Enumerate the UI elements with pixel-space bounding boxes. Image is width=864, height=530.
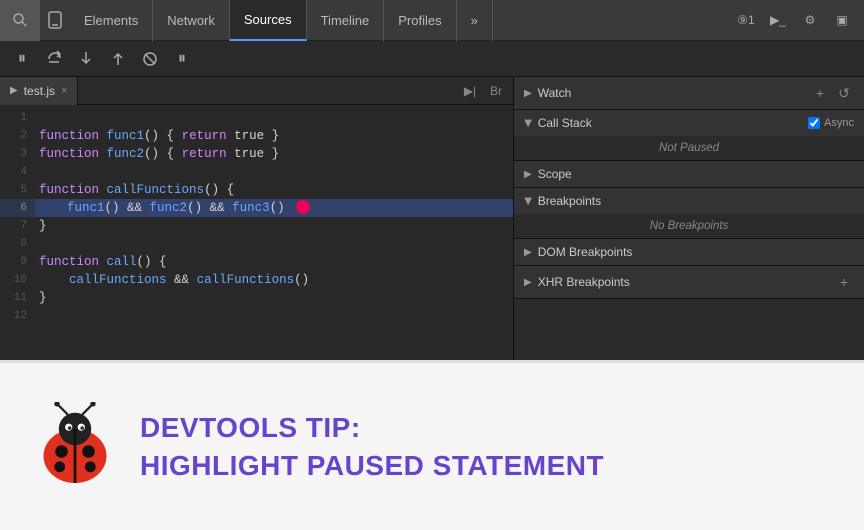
tab-network[interactable]: Network (153, 0, 230, 41)
main-content: ▶ test.js × ▶| Br 1 2 function func1() {… (0, 77, 864, 360)
scope-section: ▶ Scope (514, 161, 864, 188)
code-area: 1 2 function func1() { return true } 3 f… (0, 105, 513, 360)
watch-arrow: ▶ (524, 88, 532, 99)
code-line-9: 9 function call() { (0, 253, 513, 271)
device-icon[interactable] (40, 0, 70, 41)
tip-title-line2: Highlight Paused Statement (140, 449, 604, 483)
async-checkbox-input[interactable] (808, 117, 820, 129)
file-tab-close-button[interactable]: × (61, 85, 67, 97)
watch-section-header[interactable]: ▶ Watch + ↺ (514, 77, 864, 109)
xhr-breakpoints-header[interactable]: ▶ XHR Breakpoints + (514, 266, 864, 298)
watch-title: Watch (538, 86, 810, 100)
code-line-4: 4 (0, 163, 513, 181)
callstack-content: Not Paused (514, 136, 864, 160)
watch-refresh-button[interactable]: ↺ (834, 83, 854, 103)
callstack-title: Call Stack (538, 116, 808, 130)
code-line-3: 3 function func2() { return true } (0, 145, 513, 163)
play-icon: ▶ (10, 85, 18, 96)
file-action-run[interactable]: ▶| (459, 80, 481, 102)
callstack-section-header[interactable]: ▶ Call Stack Async (514, 110, 864, 136)
step-into-button[interactable] (72, 45, 100, 73)
file-tab-name: test.js (24, 84, 55, 98)
watch-actions: + ↺ (810, 83, 854, 103)
ladybug-icon (30, 402, 120, 492)
code-line-1: 1 (0, 109, 513, 127)
scope-section-header[interactable]: ▶ Scope (514, 161, 864, 187)
async-label: Async (824, 117, 854, 129)
tab-profiles[interactable]: Profiles (384, 0, 456, 41)
breakpoint-indicator (296, 200, 310, 214)
dom-breakpoints-header[interactable]: ▶ DOM Breakpoints (514, 239, 864, 265)
file-tab-actions: ▶| Br (459, 80, 513, 102)
code-line-11: 11 } (0, 289, 513, 307)
code-line-8: 8 (0, 235, 513, 253)
code-line-10: 10 callFunctions && callFunctions() (0, 271, 513, 289)
file-action-breakpoint[interactable]: Br (485, 80, 507, 102)
tab-timeline[interactable]: Timeline (307, 0, 385, 41)
breakpoints-section: ▶ Breakpoints No Breakpoints (514, 188, 864, 239)
dom-breakpoints-section: ▶ DOM Breakpoints (514, 239, 864, 266)
tip-title-line1: DevTools Tip: (140, 411, 604, 445)
right-panel: ▶ Watch + ↺ ▶ Call Stack Async Not Pause… (514, 77, 864, 360)
code-line-12: 12 (0, 307, 513, 325)
xhr-breakpoints-actions: + (834, 272, 854, 292)
code-panel: ▶ test.js × ▶| Br 1 2 function func1() {… (0, 77, 514, 360)
callstack-section: ▶ Call Stack Async Not Paused (514, 110, 864, 161)
breakpoints-title: Breakpoints (538, 194, 854, 208)
tip-text: DevTools Tip: Highlight Paused Statement (140, 411, 604, 482)
breakpoints-content: No Breakpoints (514, 214, 864, 238)
step-out-button[interactable] (104, 45, 132, 73)
tab-elements[interactable]: Elements (70, 0, 153, 41)
breakpoints-arrow: ▶ (522, 197, 533, 205)
code-line-6: 6 func1() && func2() && func3() (0, 199, 513, 217)
scope-title: Scope (538, 167, 854, 181)
counter-badge[interactable]: ⑨1 (732, 6, 760, 34)
deactivate-breakpoints-button[interactable] (136, 45, 164, 73)
code-line-7: 7 } (0, 217, 513, 235)
tab-navigation: Elements Network Sources Timeline Profil… (70, 0, 724, 41)
pause-button[interactable]: ⏸ (8, 45, 36, 73)
top-toolbar: Elements Network Sources Timeline Profil… (0, 0, 864, 41)
xhr-breakpoints-section: ▶ XHR Breakpoints + (514, 266, 864, 299)
search-icon[interactable] (0, 0, 40, 41)
dom-breakpoints-arrow: ▶ (524, 247, 532, 258)
settings-icon[interactable]: ⚙ (796, 6, 824, 34)
xhr-add-button[interactable]: + (834, 272, 854, 292)
callstack-arrow: ▶ (522, 119, 533, 127)
toolbar-right: ⑨1 ▶_ ⚙ ▣ (724, 6, 864, 34)
debug-toolbar: ⏸ ⏸ (0, 41, 864, 77)
step-over-button[interactable] (40, 45, 68, 73)
xhr-breakpoints-title: XHR Breakpoints (538, 275, 834, 289)
watch-add-button[interactable]: + (810, 83, 830, 103)
terminal-icon[interactable]: ▶_ (764, 6, 792, 34)
breakpoints-section-header[interactable]: ▶ Breakpoints (514, 188, 864, 214)
file-tab-testjs[interactable]: ▶ test.js × (0, 77, 78, 105)
code-line-5: 5 function callFunctions() { (0, 181, 513, 199)
pause-on-exceptions-button[interactable]: ⏸ (168, 45, 196, 73)
tab-more[interactable]: » (457, 0, 493, 41)
file-tab-bar: ▶ test.js × ▶| Br (0, 77, 513, 105)
xhr-breakpoints-arrow: ▶ (524, 277, 532, 288)
tab-sources[interactable]: Sources (230, 0, 307, 41)
monitor-icon[interactable]: ▣ (828, 6, 856, 34)
watch-section: ▶ Watch + ↺ (514, 77, 864, 110)
dom-breakpoints-title: DOM Breakpoints (538, 245, 854, 259)
async-checkbox[interactable]: Async (808, 117, 854, 129)
code-line-2: 2 function func1() { return true } (0, 127, 513, 145)
scope-arrow: ▶ (524, 169, 532, 180)
tip-section: DevTools Tip: Highlight Paused Statement (0, 360, 864, 530)
